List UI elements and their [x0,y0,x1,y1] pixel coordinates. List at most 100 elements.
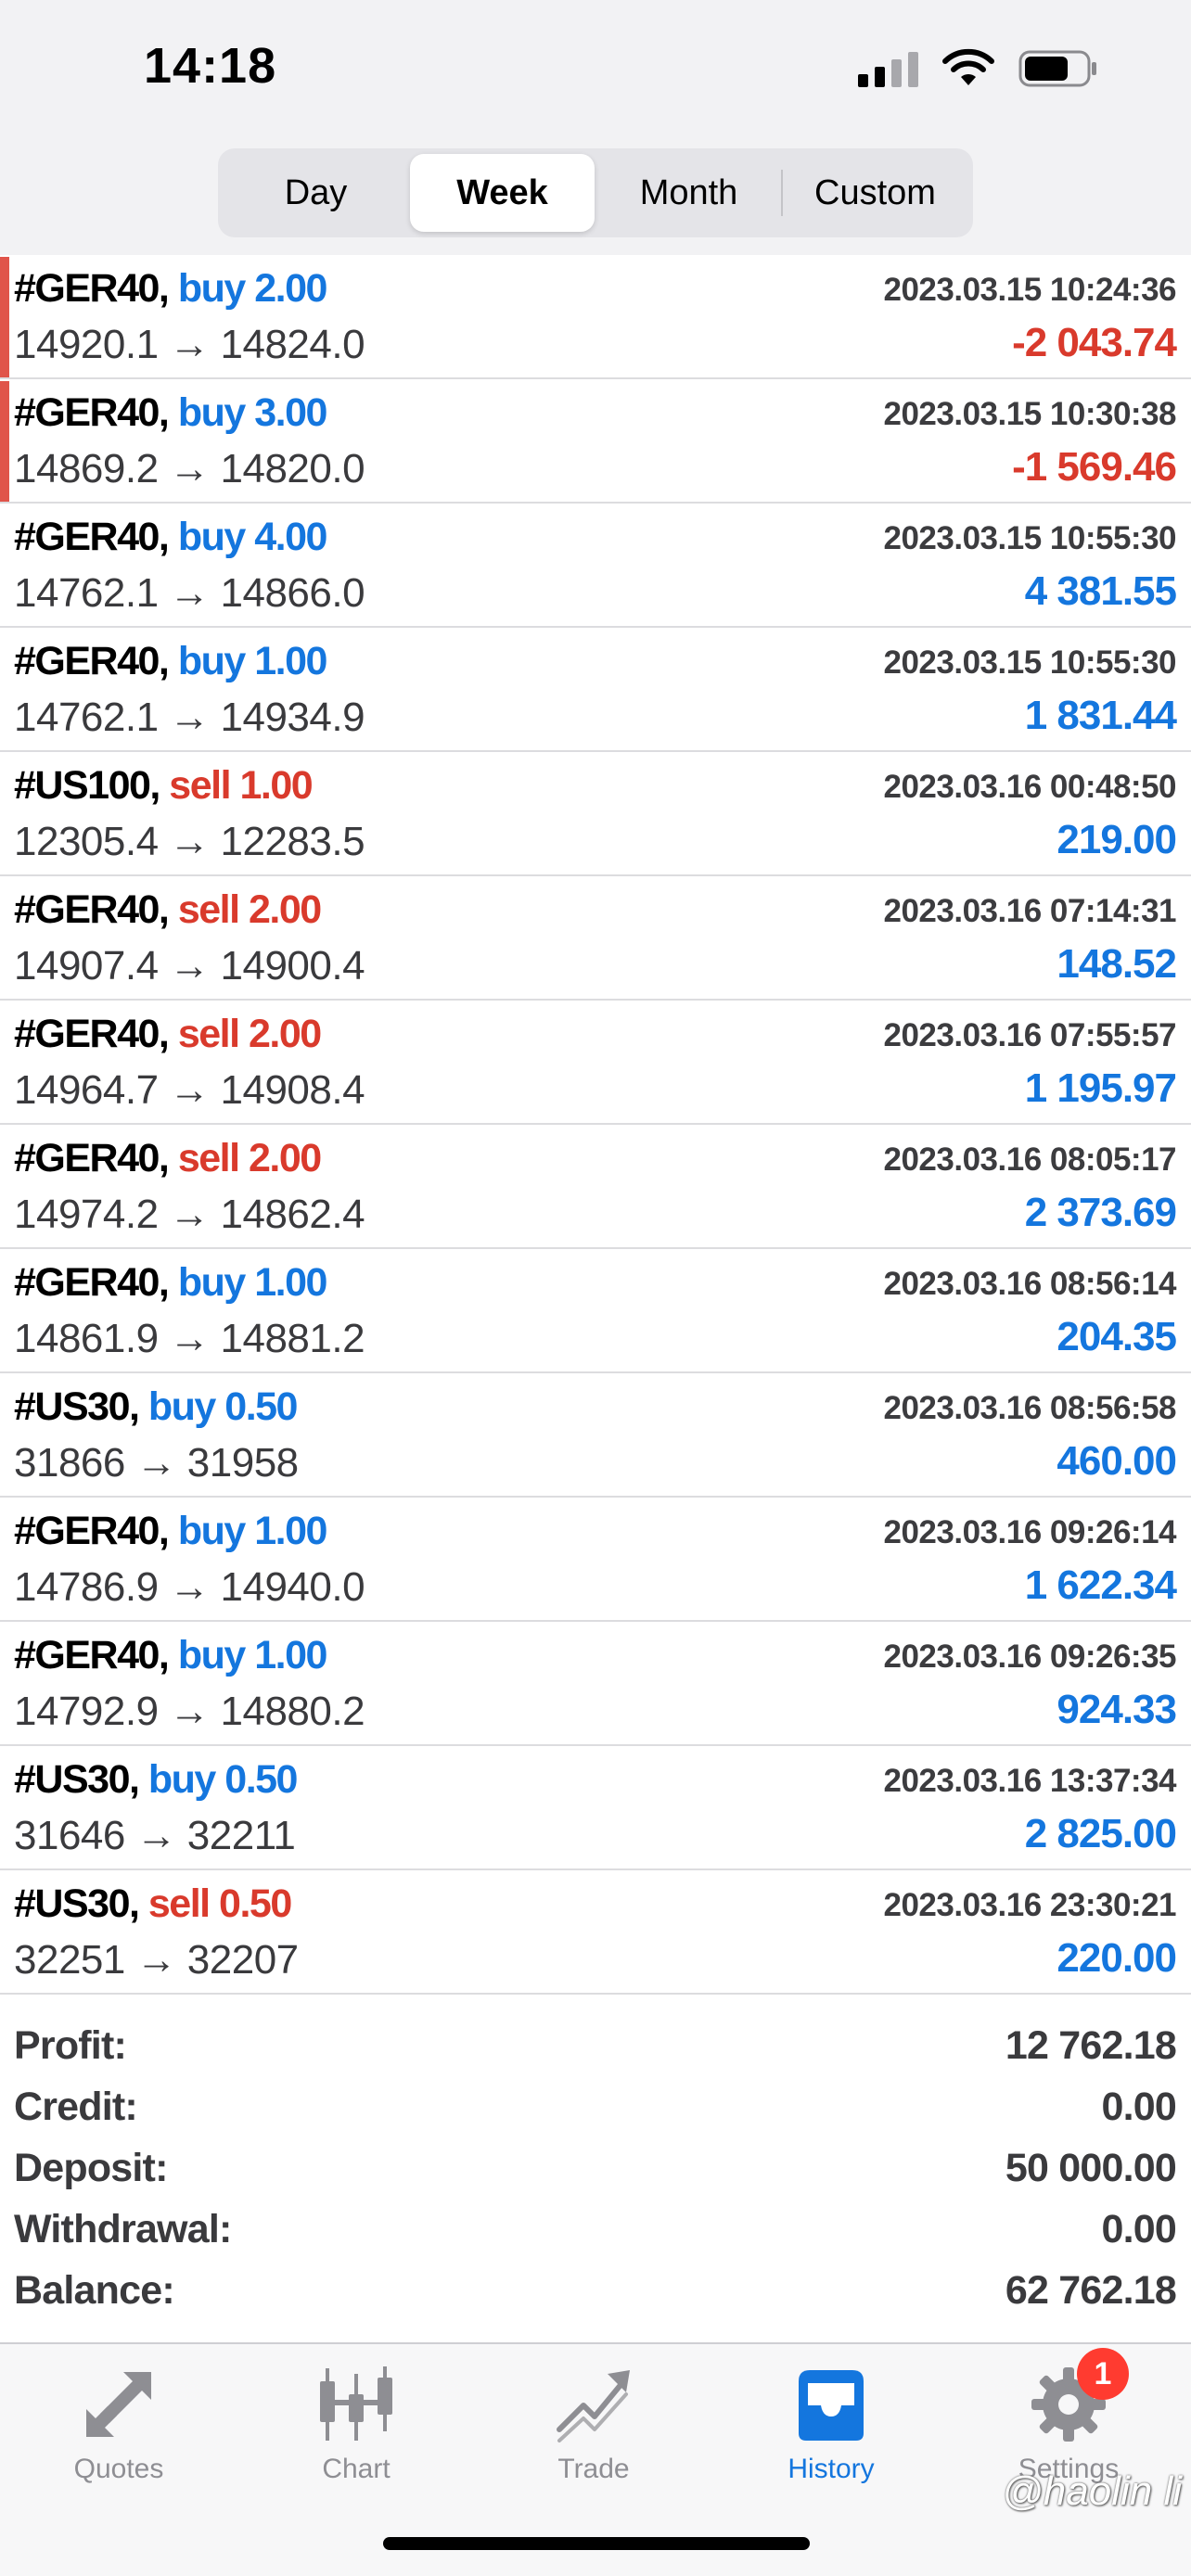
trade-row[interactable]: #GER40, buy 1.00 2023.03.16 09:26:14 14786… [0,1498,1191,1622]
trade-prices: 14907.4 → 14900.4 [14,943,365,988]
trade-prices: 31866 → 31958 [14,1440,299,1486]
summary-label: Balance: [14,2268,175,2313]
status-time: 14:18 [144,38,277,94]
trade-time: 2023.03.16 08:05:17 [883,1141,1177,1178]
tab-quotes[interactable]: Quotes [0,2363,237,2502]
trade-symbol: #US30, [14,1881,140,1926]
summary-value: 0.00 [1101,2207,1177,2251]
trade-prices: 14786.9 → 14940.0 [14,1564,365,1610]
candlestick-chart-icon [320,2366,392,2441]
trade-row[interactable]: #GER40, buy 3.00 2023.03.15 10:30:38 14869… [0,379,1191,504]
wifi-icon [942,48,994,85]
trade-side-volume: buy 0.50 [147,1757,299,1802]
trade-symbol: #GER40, [14,887,170,932]
trade-time: 2023.03.16 07:14:31 [883,893,1177,929]
trade-profit: 460.00 [1057,1438,1177,1484]
trade-row[interactable]: #GER40, sell 2.00 2023.03.16 08:05:17 1497… [0,1125,1191,1249]
trade-symbol: #GER40, [14,1012,170,1056]
trade-profit: -1 569.46 [1012,444,1177,490]
trade-row[interactable]: #GER40, sell 2.00 2023.03.16 07:55:57 1496… [0,1001,1191,1125]
trade-profit: 1 195.97 [1024,1065,1177,1111]
trade-profit: 219.00 [1057,817,1177,862]
trade-time: 2023.03.15 10:24:36 [883,272,1177,308]
trade-prices: 14974.2 → 14862.4 [14,1192,365,1237]
trade-time: 2023.03.16 23:30:21 [883,1887,1177,1923]
trade-time: 2023.03.16 00:48:50 [883,769,1177,805]
trade-prices: 14792.9 → 14880.2 [14,1689,365,1734]
trade-time: 2023.03.16 08:56:58 [883,1390,1177,1426]
trade-symbol: #GER40, [14,1136,170,1180]
summary-label: Withdrawal: [14,2207,232,2251]
trade-profit: 4 381.55 [1024,568,1177,614]
tab-day[interactable]: Day [224,154,408,232]
trade-profit: 2 373.69 [1024,1190,1177,1235]
trade-side-volume: sell 2.00 [177,1136,322,1180]
trade-side-volume: buy 1.00 [177,1260,328,1305]
trade-row[interactable]: #GER40, buy 1.00 2023.03.16 09:26:35 14792… [0,1622,1191,1746]
trade-prices: 14861.9 → 14881.2 [14,1316,365,1361]
loss-marker [0,381,9,502]
trade-row[interactable]: #US30, sell 0.50 2023.03.16 23:30:21 32251… [0,1870,1191,1995]
tab-trade[interactable]: Trade [475,2363,712,2502]
trade-side-volume: buy 1.00 [177,1633,328,1677]
loss-marker [0,257,9,377]
trade-row[interactable]: #GER40, buy 2.00 2023.03.15 10:24:36 14920… [0,255,1191,379]
trade-row[interactable]: #GER40, buy 1.00 2023.03.15 10:55:30 14762… [0,628,1191,752]
trade-symbol: #GER40, [14,266,170,311]
trade-side-volume: buy 3.00 [177,390,328,435]
trade-prices: 14869.2 → 14820.0 [14,446,365,491]
trade-profit: 1 622.34 [1024,1562,1177,1608]
home-indicator[interactable] [383,2537,810,2550]
summary-value: 62 762.18 [1005,2268,1177,2313]
trade-row[interactable]: #GER40, buy 4.00 2023.03.15 10:55:30 14762… [0,504,1191,628]
period-selector-area: Day Week Month Custom [0,139,1191,255]
history-inbox-icon [799,2370,864,2441]
notification-badge: 1 [1077,2348,1129,2400]
trade-history-list: #GER40, buy 2.00 2023.03.15 10:24:36 14920… [0,255,1191,1995]
account-summary: Profit: 12 762.18 Credit: 0.00 Deposit: 50 … [0,2016,1191,2322]
summary-withdrawal-row: Withdrawal: 0.00 [0,2200,1191,2261]
trade-trend-icon [557,2370,630,2442]
trade-profit: -2 043.74 [1012,320,1177,365]
trade-side-volume: sell 2.00 [177,887,322,932]
trade-side-volume: buy 0.50 [147,1384,299,1429]
trade-symbol: #US30, [14,1757,140,1802]
trade-time: 2023.03.15 10:55:30 [883,520,1177,556]
summary-value: 0.00 [1101,2085,1177,2129]
trade-side-volume: buy 1.00 [177,639,328,683]
tab-month[interactable]: Month [596,154,781,232]
period-segmented-control: Day Week Month Custom [218,148,973,237]
summary-label: Deposit: [14,2146,168,2190]
trade-time: 2023.03.16 09:26:35 [883,1639,1177,1675]
trade-symbol: #GER40, [14,1260,170,1305]
trade-prices: 14920.1 → 14824.0 [14,322,365,367]
trade-side-volume: buy 1.00 [177,1509,328,1553]
trade-side-volume: sell 1.00 [169,763,313,808]
trade-time: 2023.03.16 07:55:57 [883,1017,1177,1053]
status-icons [858,48,1098,89]
trade-row[interactable]: #US100, sell 1.00 2023.03.16 00:48:50 1230… [0,752,1191,876]
trade-profit: 148.52 [1057,941,1177,987]
trade-side-volume: sell 0.50 [147,1881,292,1926]
tab-custom[interactable]: Custom [783,154,967,232]
summary-value: 50 000.00 [1005,2146,1177,2190]
summary-value: 12 762.18 [1005,2023,1177,2068]
trade-row[interactable]: #GER40, buy 1.00 2023.03.16 08:56:14 14861… [0,1249,1191,1373]
tab-chart[interactable]: Chart [237,2363,475,2502]
trade-time: 2023.03.16 09:26:14 [883,1514,1177,1550]
trade-symbol: #GER40, [14,1509,170,1553]
summary-label: Credit: [14,2085,138,2129]
tab-label: Trade [557,2454,630,2484]
trade-row[interactable]: #US30, buy 0.50 2023.03.16 08:56:58 31866 … [0,1373,1191,1498]
trade-row[interactable]: #GER40, sell 2.00 2023.03.16 07:14:31 1490… [0,876,1191,1001]
trade-row[interactable]: #US30, buy 0.50 2023.03.16 13:37:34 31646 … [0,1746,1191,1870]
tab-week[interactable]: Week [410,154,595,232]
trade-symbol: #GER40, [14,515,170,559]
trade-time: 2023.03.16 13:37:34 [883,1763,1177,1799]
quotes-arrows-icon [86,2372,151,2437]
tab-history[interactable]: History [712,2363,950,2502]
summary-balance-row: Balance: 62 762.18 [0,2261,1191,2322]
trade-side-volume: buy 2.00 [177,266,328,311]
trade-profit: 204.35 [1057,1314,1177,1359]
summary-deposit-row: Deposit: 50 000.00 [0,2138,1191,2200]
